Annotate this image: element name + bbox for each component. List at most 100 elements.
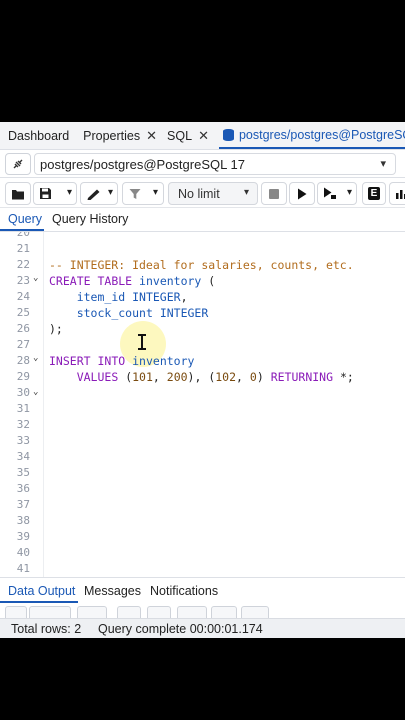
- delete-button[interactable]: [117, 606, 141, 618]
- line-number: 40: [16, 546, 30, 559]
- line-number: 39: [16, 530, 30, 543]
- line-number: 34: [16, 450, 30, 463]
- add-row-button[interactable]: [5, 606, 27, 618]
- tab-dashboard[interactable]: Dashboard: [0, 122, 69, 149]
- chevron-down-icon: ▾: [380, 158, 386, 170]
- execute-button[interactable]: [289, 182, 315, 205]
- fold-chevron-icon[interactable]: ⌄: [33, 273, 38, 283]
- connection-bar: postgres/postgres@PostgreSQL 17 ▾: [0, 150, 405, 178]
- fold-chevron-icon[interactable]: ⌄: [33, 353, 38, 363]
- tab-query[interactable]: Query: [8, 212, 42, 226]
- sql-punct: (: [208, 274, 216, 288]
- line-number: 37: [16, 498, 30, 511]
- line-number: 27: [16, 338, 30, 351]
- sql-identifier: inventory: [132, 354, 195, 368]
- sql-number: 200: [166, 370, 188, 384]
- code-line-29: VALUES (101, 200), (102, 0) RETURNING *;: [49, 370, 354, 384]
- line-number: 33: [16, 434, 30, 447]
- sql-button[interactable]: [241, 606, 269, 618]
- sql-number: 0: [249, 370, 257, 384]
- sql-keyword: TABLE: [97, 274, 133, 288]
- connection-select[interactable]: postgres/postgres@PostgreSQL 17 ▾: [34, 153, 396, 175]
- tab-dashboard-label: Dashboard: [8, 128, 70, 143]
- code-line-22: -- INTEGER: Ideal for salaries, counts, …: [49, 258, 354, 272]
- sql-type: INTEGER: [132, 290, 181, 304]
- explain-label: E: [367, 187, 381, 200]
- filter-icon: [129, 188, 141, 199]
- row-limit-value: No limit: [178, 186, 220, 201]
- tab-properties[interactable]: Properties ✕: [69, 122, 157, 149]
- download-button[interactable]: [177, 606, 207, 618]
- sql-keyword: INTO: [97, 354, 126, 368]
- panel-tabs: Dashboard Properties ✕ SQL ✕ postgres/post…: [0, 122, 405, 150]
- paste-button[interactable]: [77, 606, 107, 618]
- row-limit-select[interactable]: No limit ▾: [168, 182, 258, 205]
- fold-chevron-icon[interactable]: ⌄: [33, 387, 38, 397]
- graph-button[interactable]: [211, 606, 237, 618]
- sql-type: INTEGER: [159, 306, 209, 320]
- line-number-gutter: 20 21 22 23 24 25 26 27 28 29 30 31 32 33 34 35 36 37 38 39…: [0, 232, 44, 577]
- edit-menu-button[interactable]: ▾: [80, 182, 118, 205]
- chevron-down-icon[interactable]: ▾: [67, 187, 72, 198]
- chevron-down-icon: ▾: [107, 187, 113, 198]
- sql-comment: -- INTEGER: Ideal for salaries, counts, …: [49, 258, 354, 272]
- database-icon: [222, 128, 234, 141]
- tab-messages[interactable]: Messages: [84, 584, 141, 598]
- copy-button[interactable]: [29, 606, 71, 618]
- code-line-24: item_id INTEGER,: [49, 290, 188, 304]
- tab-notifications[interactable]: Notifications: [150, 584, 218, 598]
- sql-punct: ): [256, 370, 264, 384]
- query-tool-screen: Dashboard Properties ✕ SQL ✕ postgres/post…: [0, 122, 405, 638]
- line-number: 41: [16, 562, 30, 575]
- sql-punct: );: [49, 322, 63, 336]
- line-number: 28: [16, 354, 30, 367]
- connection-status-icon[interactable]: [5, 153, 31, 175]
- tab-sql[interactable]: SQL ✕: [157, 122, 209, 149]
- close-icon[interactable]: ✕: [146, 128, 157, 144]
- chevron-down-icon: ▾: [152, 187, 158, 198]
- code-line-26: );: [49, 322, 63, 336]
- output-tabs: Data Output Messages Notifications: [0, 577, 405, 603]
- execute-script-button[interactable]: ▾: [317, 182, 357, 205]
- sql-identifier: item_id: [76, 290, 126, 304]
- stop-button[interactable]: [261, 182, 287, 205]
- code-line-25: stock_count INTEGER: [49, 306, 209, 320]
- pencil-icon: [87, 189, 100, 200]
- output-toolbar: [0, 603, 405, 618]
- line-number: 24: [16, 290, 30, 303]
- query-complete-text: Query complete 00:00:01.174: [98, 622, 263, 636]
- tab-query-tool[interactable]: postgres/postgres@PostgreSQL: [218, 122, 405, 149]
- save-file-button[interactable]: ▾: [33, 182, 77, 205]
- total-rows-text: Total rows: 2: [11, 622, 82, 636]
- tab-data-output[interactable]: Data Output: [8, 584, 75, 598]
- sql-editor[interactable]: 20 21 22 23 24 25 26 27 28 29 30 31 32 33 34 35 36 37 38 39…: [0, 232, 405, 577]
- chart-icon: [396, 189, 405, 199]
- code-line-28: INSERT INTO inventory: [49, 354, 194, 368]
- editor-tabs: Query Query History: [0, 208, 405, 232]
- sql-punct: ), (: [187, 370, 216, 384]
- sql-keyword: RETURNING: [270, 370, 334, 384]
- tab-query-history[interactable]: Query History: [52, 212, 128, 226]
- sql-identifier: stock_count: [76, 306, 153, 320]
- tab-properties-label: Properties: [83, 128, 141, 143]
- close-icon[interactable]: ✕: [198, 128, 209, 144]
- line-number: 23: [16, 274, 30, 287]
- line-number: 21: [16, 242, 30, 255]
- sql-punct: ,: [236, 370, 250, 384]
- active-tab-indicator: [0, 229, 44, 231]
- sql-identifier: inventory: [139, 274, 202, 288]
- tab-sql-label: SQL: [167, 128, 193, 143]
- line-number: 35: [16, 466, 30, 479]
- line-number: 36: [16, 482, 30, 495]
- play-script-icon: [324, 187, 336, 199]
- connection-select-value: postgres/postgres@PostgreSQL 17: [40, 157, 245, 172]
- save-data-button[interactable]: [147, 606, 171, 618]
- sql-number: 102: [215, 370, 237, 384]
- text-cursor-icon: [138, 334, 146, 350]
- explain-button[interactable]: E: [362, 182, 386, 205]
- filter-button[interactable]: ▾: [122, 182, 164, 205]
- open-file-button[interactable]: [5, 182, 31, 205]
- sql-punct: ,: [152, 370, 167, 384]
- sql-keyword: CREATE: [49, 274, 91, 288]
- explain-analyze-button[interactable]: [389, 182, 405, 205]
